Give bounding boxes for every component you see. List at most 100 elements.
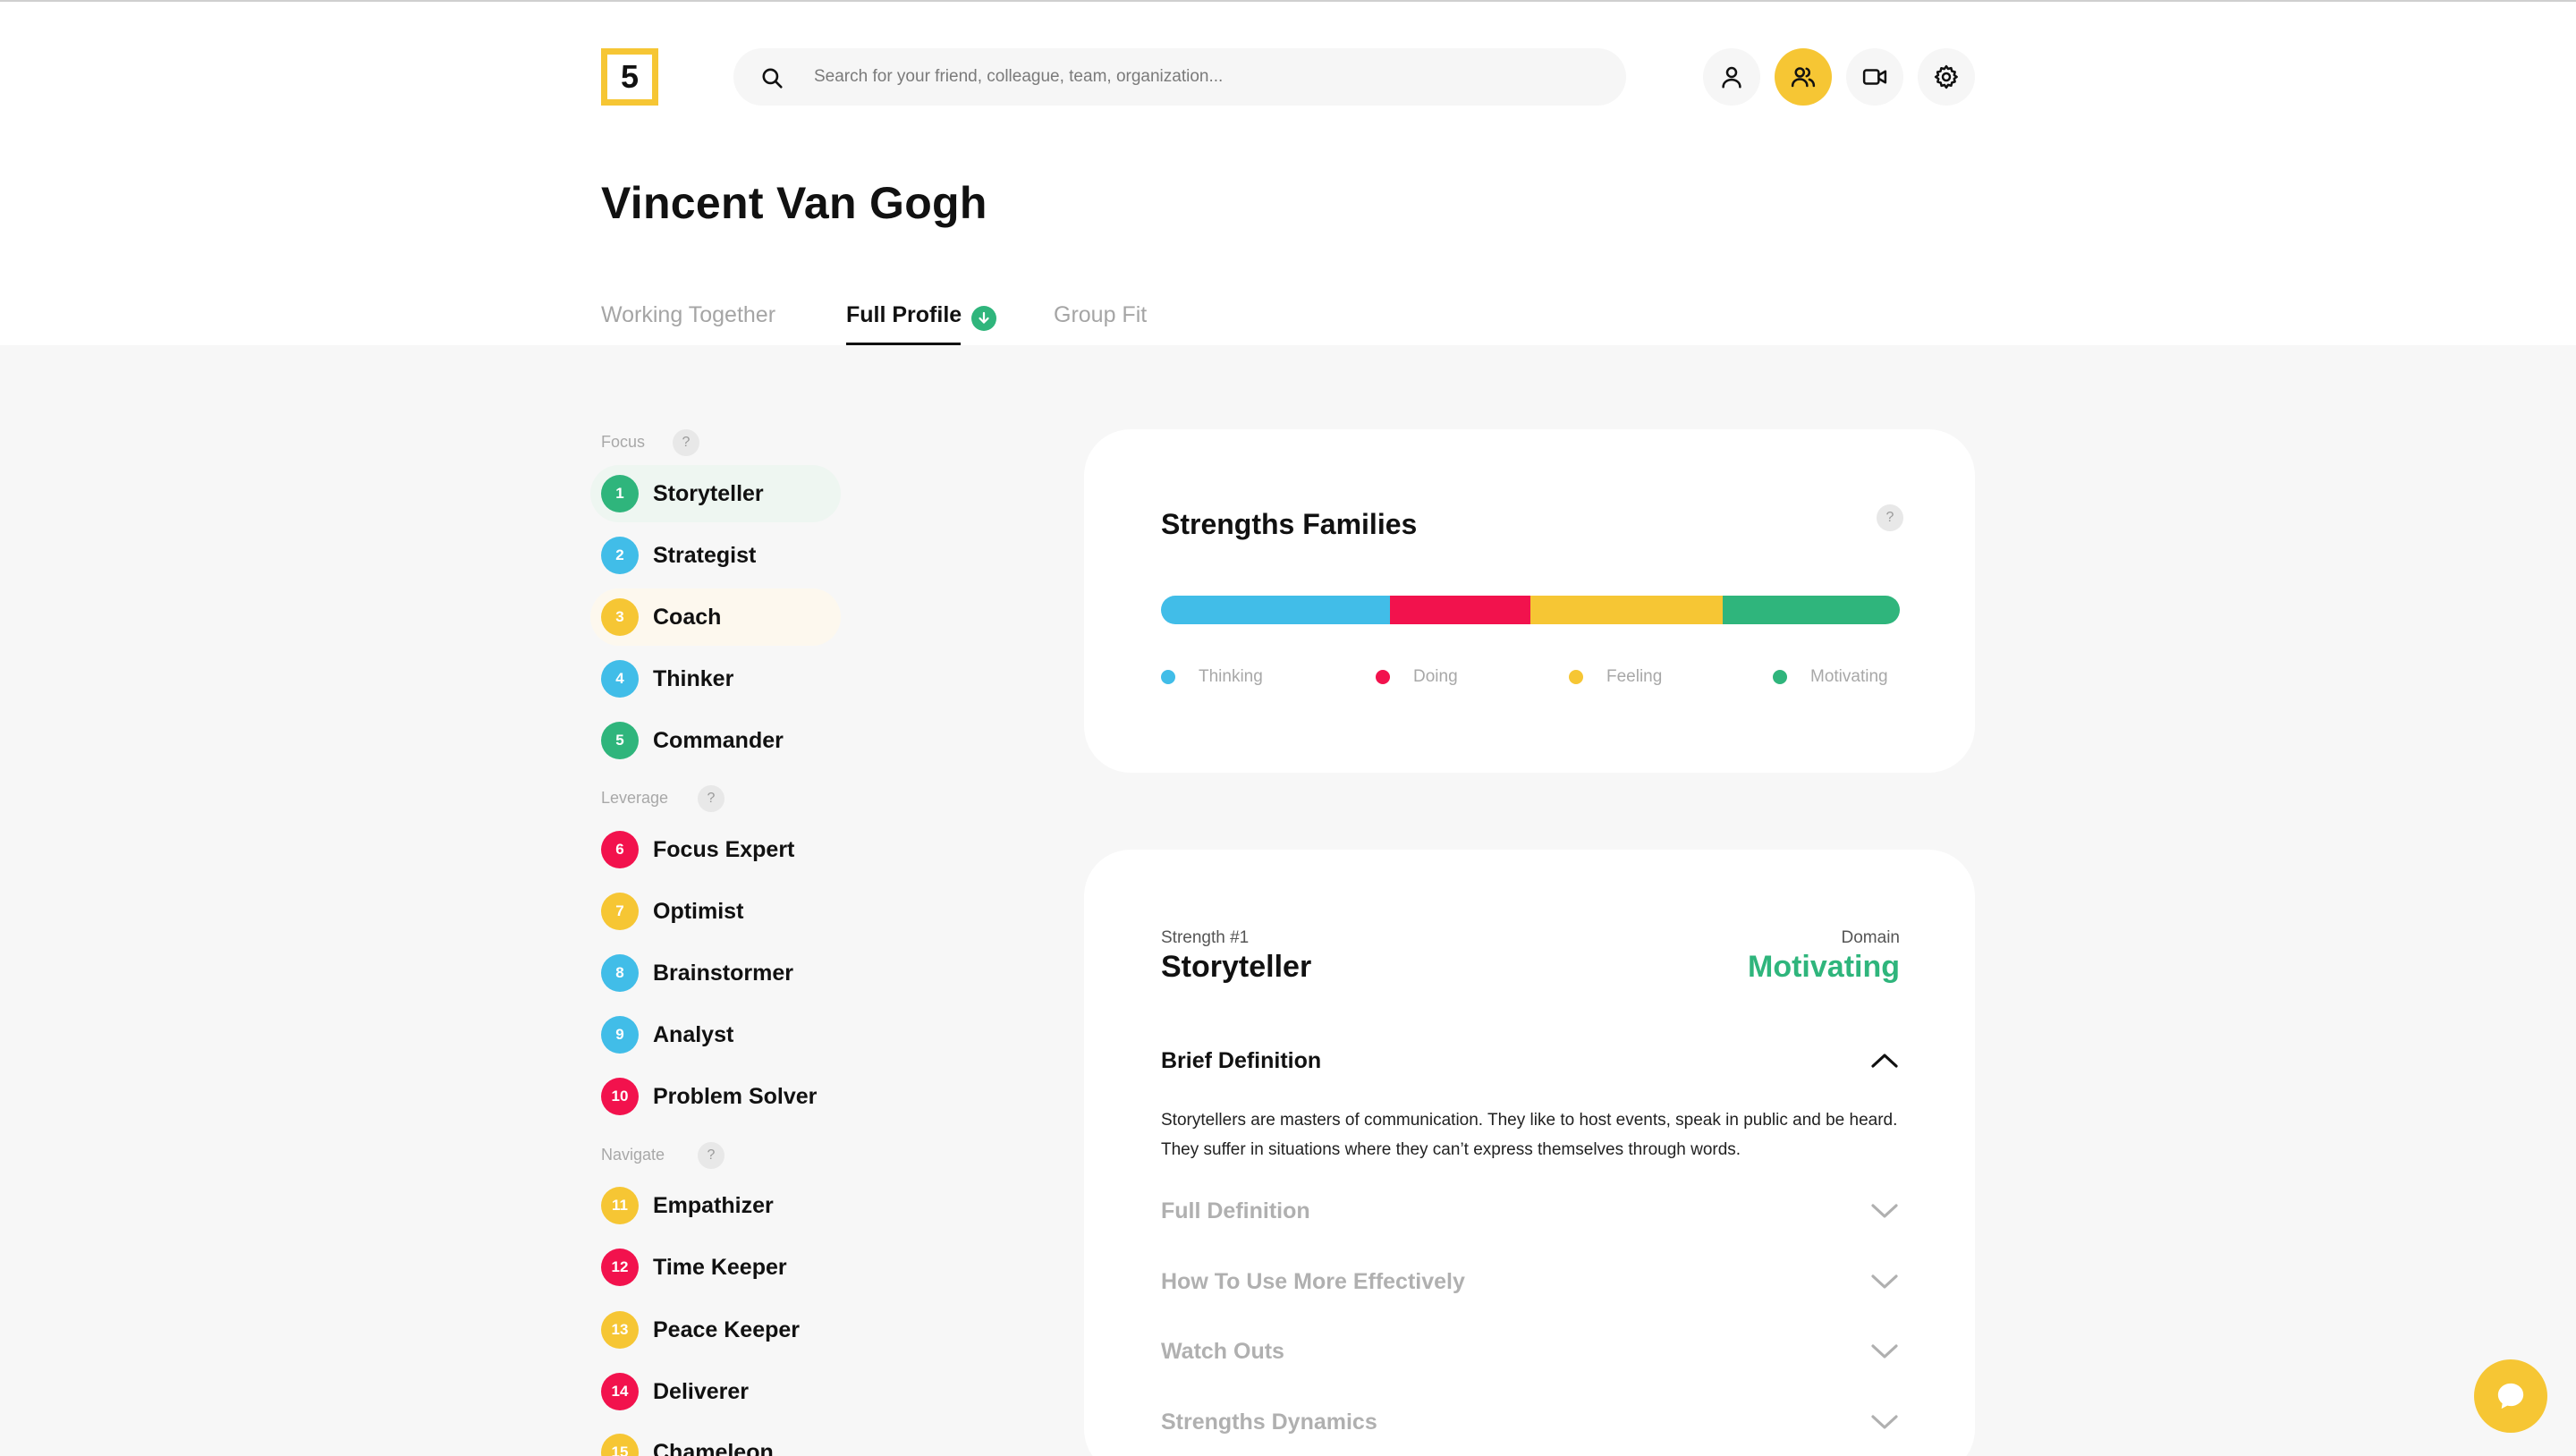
accordion-how-to-use[interactable]: How To Use More Effectively (1161, 1266, 1900, 1301)
chevron-down-icon (1871, 1344, 1898, 1359)
bar-segment-motivating (1722, 596, 1900, 624)
group-label-focus: Focus (601, 433, 646, 451)
settings-button[interactable] (1918, 48, 1975, 106)
people-button[interactable] (1775, 48, 1832, 106)
strength-rank: Strength #1 (1161, 928, 1250, 947)
app-logo[interactable]: 5 (601, 48, 658, 106)
card-title: Strengths Families (1161, 508, 1418, 540)
bar-segment-thinking (1161, 596, 1391, 624)
search-bar (733, 48, 1626, 106)
sidebar-item-label: Storyteller (653, 481, 764, 506)
sidebar-item-empathizer[interactable]: 11 Empathizer (590, 1177, 841, 1234)
rank-badge: 5 (601, 722, 639, 759)
sidebar-item-time-keeper[interactable]: 12 Time Keeper (590, 1239, 841, 1296)
accordion-title: Watch Outs (1161, 1339, 1284, 1364)
help-icon[interactable]: ? (673, 429, 699, 456)
sidebar-item-label: Thinker (653, 666, 734, 691)
sidebar-item-label: Problem Solver (653, 1084, 818, 1109)
profile-button[interactable] (1703, 48, 1760, 106)
video-button[interactable] (1846, 48, 1903, 106)
legend-label: Motivating (1810, 667, 1888, 686)
accordion-full-definition[interactable]: Full Definition (1161, 1195, 1900, 1231)
group-label-leverage: Leverage (601, 789, 669, 807)
sidebar-item-label: Optimist (653, 899, 744, 924)
bar-segment-doing (1390, 596, 1530, 624)
tab-working-together[interactable]: Working Together (601, 302, 775, 345)
sidebar-item-label: Coach (653, 605, 722, 630)
legend-dot (1569, 670, 1583, 684)
sidebar-item-label: Analyst (653, 1022, 734, 1047)
chat-button[interactable] (2474, 1359, 2547, 1433)
sidebar-item-brainstormer[interactable]: 8 Brainstormer (590, 944, 841, 1002)
bar-segment-feeling (1530, 596, 1723, 624)
search-input[interactable] (814, 48, 1601, 106)
accordion-title: Full Definition (1161, 1198, 1310, 1223)
sidebar-item-peace-keeper[interactable]: 13 Peace Keeper (590, 1301, 841, 1359)
tab-label: Full Profile (846, 302, 962, 327)
rank-badge: 2 (601, 537, 639, 574)
gear-icon (1934, 64, 1958, 89)
rank-badge: 1 (601, 475, 639, 512)
sidebar-item-commander[interactable]: 5 Commander (590, 712, 841, 769)
sidebar-item-label: Strategist (653, 543, 757, 568)
legend-label: Feeling (1606, 667, 1663, 686)
rank-badge: 6 (601, 831, 639, 868)
sidebar-item-thinker[interactable]: 4 Thinker (590, 650, 841, 707)
user-icon (1722, 66, 1741, 89)
chat-bubble-icon (2497, 1383, 2524, 1409)
header: 5 Vincent Van Gogh Working Together Full… (0, 2, 2576, 345)
help-icon[interactable]: ? (698, 1142, 724, 1169)
rank-badge: 4 (601, 660, 639, 698)
chevron-up-icon (1871, 1054, 1898, 1068)
sidebar-item-label: Brainstormer (653, 961, 793, 986)
strength-name: Storyteller (1161, 950, 1312, 984)
sidebar-item-coach[interactable]: 3 Coach (590, 588, 841, 646)
accordion-brief-definition[interactable]: Brief Definition (1161, 1045, 1900, 1080)
legend-doing: Doing (1376, 667, 1458, 687)
group-label-navigate: Navigate (601, 1146, 665, 1164)
accordion-title: Strengths Dynamics (1161, 1409, 1377, 1435)
legend-label: Doing (1413, 667, 1458, 686)
sidebar-item-chameleon[interactable]: 15 Chameleon (590, 1424, 841, 1456)
chevron-down-icon (1871, 1415, 1898, 1429)
tab-group-fit[interactable]: Group Fit (1054, 302, 1147, 345)
help-icon[interactable]: ? (1877, 504, 1903, 531)
search-icon (762, 68, 783, 89)
active-tab-underline (846, 343, 961, 345)
accordion-strengths-dynamics[interactable]: Strengths Dynamics (1161, 1406, 1900, 1442)
sidebar-item-label: Chameleon (653, 1440, 774, 1456)
sidebar-item-analyst[interactable]: 9 Analyst (590, 1006, 841, 1063)
rank-badge: 11 (601, 1187, 639, 1224)
rank-badge: 8 (601, 954, 639, 992)
strength-detail-card: Strength #1 Storyteller Domain Motivatin… (1084, 850, 1975, 1456)
tab-label: Group Fit (1054, 302, 1148, 327)
sidebar-item-label: Empathizer (653, 1193, 774, 1218)
sidebar-item-optimist[interactable]: 7 Optimist (590, 883, 841, 940)
brief-definition-text: Storytellers are masters of communicatio… (1161, 1111, 1898, 1159)
sidebar-item-label: Time Keeper (653, 1255, 787, 1280)
domain-value: Motivating (1748, 950, 1900, 984)
families-bar (1161, 596, 1900, 624)
rank-badge: 3 (601, 598, 639, 636)
legend-feeling: Feeling (1569, 667, 1662, 687)
download-icon[interactable] (971, 306, 996, 331)
tab-label: Working Together (601, 302, 776, 327)
sidebar-item-label: Focus Expert (653, 837, 795, 862)
accordion-title: How To Use More Effectively (1161, 1269, 1465, 1294)
help-icon[interactable]: ? (698, 785, 724, 812)
rank-badge: 12 (601, 1249, 639, 1286)
sidebar-item-focus-expert[interactable]: 6 Focus Expert (590, 821, 841, 878)
accordion-watch-outs[interactable]: Watch Outs (1161, 1335, 1900, 1371)
sidebar-item-problem-solver[interactable]: 10 Problem Solver (590, 1068, 841, 1125)
sidebar-item-storyteller[interactable]: 1 Storyteller (590, 465, 841, 522)
strengths-families-card: Strengths Families ? Thinking Doing Feel… (1084, 429, 1975, 773)
logo-text: 5 (620, 58, 640, 95)
sidebar-item-strategist[interactable]: 2 Strategist (590, 527, 841, 584)
page-title: Vincent Van Gogh (601, 178, 987, 228)
users-icon (1791, 67, 1816, 88)
tab-full-profile[interactable]: Full Profile (846, 302, 962, 345)
sidebar-item-label: Deliverer (653, 1379, 750, 1404)
sidebar-item-deliverer[interactable]: 14 Deliverer (590, 1363, 841, 1420)
legend-dot (1773, 670, 1787, 684)
legend-label: Thinking (1199, 667, 1263, 686)
